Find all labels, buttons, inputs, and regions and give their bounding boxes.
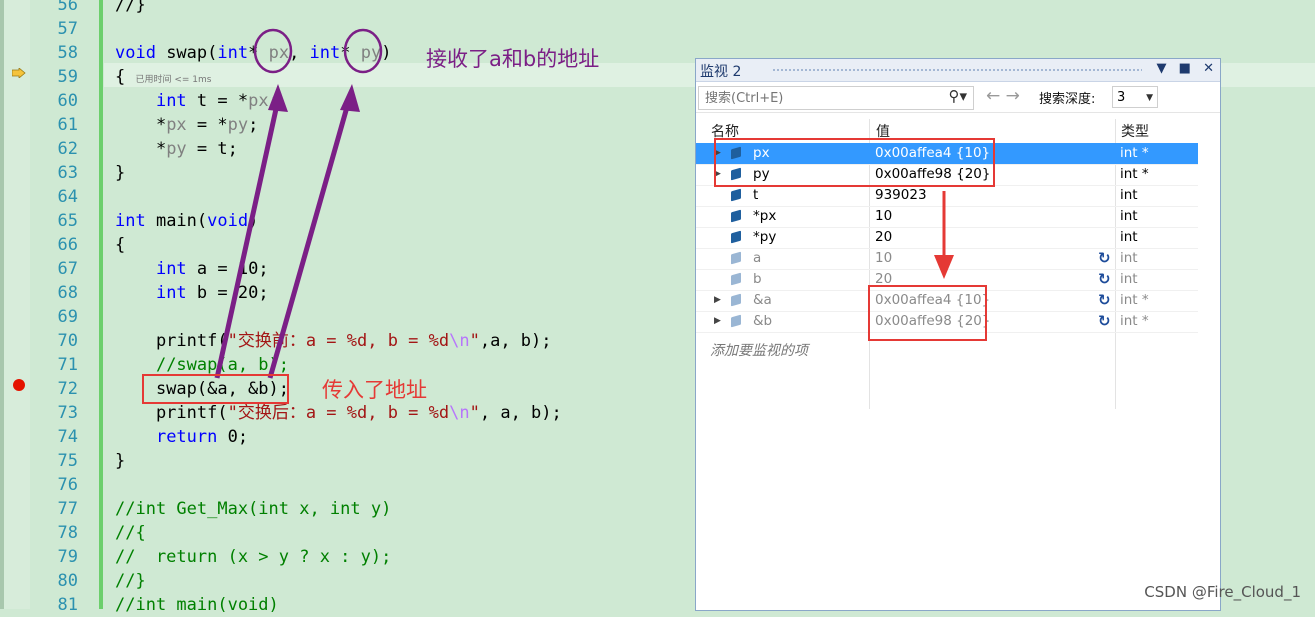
search-input[interactable] xyxy=(703,87,937,109)
variable-icon xyxy=(731,188,741,202)
watch-type: int xyxy=(1120,229,1138,245)
line-number: 75 xyxy=(57,451,78,471)
line-number: 76 xyxy=(57,475,78,495)
line-number: 79 xyxy=(57,547,78,567)
addr-a-b-highlight xyxy=(868,285,987,341)
refresh-icon[interactable]: ↻ xyxy=(1098,248,1111,269)
line-number: 77 xyxy=(57,499,78,519)
add-watch-item[interactable]: 添加要监视的项 xyxy=(710,340,808,360)
watch-value[interactable]: 939023 xyxy=(875,185,927,206)
code-line[interactable]: // return (x > y ? x : y); xyxy=(115,545,391,569)
watch-value[interactable]: 10 xyxy=(875,206,892,227)
line-number: 81 xyxy=(57,595,78,615)
search-depth-label: 搜索深度: xyxy=(1039,92,1096,107)
arrow-b-to-py xyxy=(267,99,352,379)
watch-name[interactable]: a xyxy=(753,248,761,269)
line-number: 74 xyxy=(57,427,78,447)
watch-name[interactable]: &b xyxy=(753,311,772,332)
close-icon[interactable]: ✕ xyxy=(1203,61,1214,76)
line-number: 80 xyxy=(57,571,78,591)
refresh-icon[interactable]: ↻ xyxy=(1098,290,1111,311)
watch-type: int xyxy=(1120,187,1138,203)
watermark: CSDN @Fire_Cloud_1 xyxy=(1144,583,1301,601)
watch-type: int * xyxy=(1120,166,1149,182)
code-line[interactable]: } xyxy=(115,449,125,473)
variable-icon xyxy=(731,314,741,328)
pass-address-annotation: 传入了地址 xyxy=(322,378,427,402)
watch-type: int xyxy=(1120,208,1138,224)
code-line[interactable]: //int main(void) xyxy=(115,593,279,617)
code-line[interactable]: //} xyxy=(115,569,146,593)
arrow-a-to-px xyxy=(214,99,281,379)
watch-type: int xyxy=(1120,250,1138,266)
variable-icon xyxy=(731,230,741,244)
px-param-circle xyxy=(253,28,293,74)
red-down-arrow xyxy=(934,191,954,279)
watch-type: int * xyxy=(1120,145,1149,161)
watch-name[interactable]: *px xyxy=(753,206,776,227)
px-py-highlight xyxy=(714,138,995,187)
watch-name[interactable]: b xyxy=(753,269,762,290)
watch-name[interactable]: t xyxy=(753,185,758,206)
chevron-down-icon: ▼ xyxy=(1146,93,1153,103)
watch-type: int xyxy=(1120,271,1138,287)
watch-type: int * xyxy=(1120,313,1149,329)
column-header-type[interactable]: 类型 xyxy=(1121,121,1149,141)
watch-toolbar: ⚲▾ ← → 搜索深度: 3 ▼ xyxy=(696,82,1220,113)
title-grip[interactable] xyxy=(772,68,1142,73)
search-depth-select[interactable]: 3 ▼ xyxy=(1112,86,1158,108)
code-line[interactable]: //int Get_Max(int x, int y) xyxy=(115,497,391,521)
back-arrow-icon[interactable]: ← xyxy=(986,86,1000,106)
variable-icon xyxy=(731,209,741,223)
watch-name[interactable]: *py xyxy=(753,227,776,248)
line-number: 78 xyxy=(57,523,78,543)
search-icon[interactable]: ⚲▾ xyxy=(948,87,967,105)
watch-window[interactable]: 监视 2 ▼ ■ ✕ ⚲▾ ← → 搜索深度: 3 ▼ 名称 值 类型 ▶px0… xyxy=(695,58,1221,611)
search-depth-value: 3 xyxy=(1117,90,1126,105)
code-line[interactable]: //{ xyxy=(115,521,146,545)
code-line[interactable]: return 0; xyxy=(115,425,248,449)
maximize-icon[interactable]: ■ xyxy=(1179,61,1191,76)
py-param-circle xyxy=(343,28,383,74)
refresh-icon[interactable]: ↻ xyxy=(1098,269,1111,290)
expand-chevron-icon[interactable]: ▶ xyxy=(714,311,721,332)
watch-name[interactable]: &a xyxy=(753,290,772,311)
refresh-icon[interactable]: ↻ xyxy=(1098,311,1111,332)
search-box[interactable]: ⚲▾ xyxy=(698,86,974,110)
variable-icon xyxy=(731,272,741,286)
watch-value[interactable]: 10 xyxy=(875,248,892,269)
variable-icon xyxy=(731,293,741,307)
watch-type: int * xyxy=(1120,292,1149,308)
watch-title: 监视 2 xyxy=(700,64,742,80)
watch-title-bar[interactable]: 监视 2 ▼ ■ ✕ xyxy=(696,59,1220,82)
window-menu-chevron-down-icon[interactable]: ▼ xyxy=(1157,61,1167,76)
receive-address-annotation: 接收了a和b的地址 xyxy=(426,47,600,71)
swap-call-highlight xyxy=(142,374,289,404)
watch-value[interactable]: 20 xyxy=(875,227,892,248)
forward-arrow-icon[interactable]: → xyxy=(1006,86,1020,106)
variable-icon xyxy=(731,251,741,265)
expand-chevron-icon[interactable]: ▶ xyxy=(714,290,721,311)
